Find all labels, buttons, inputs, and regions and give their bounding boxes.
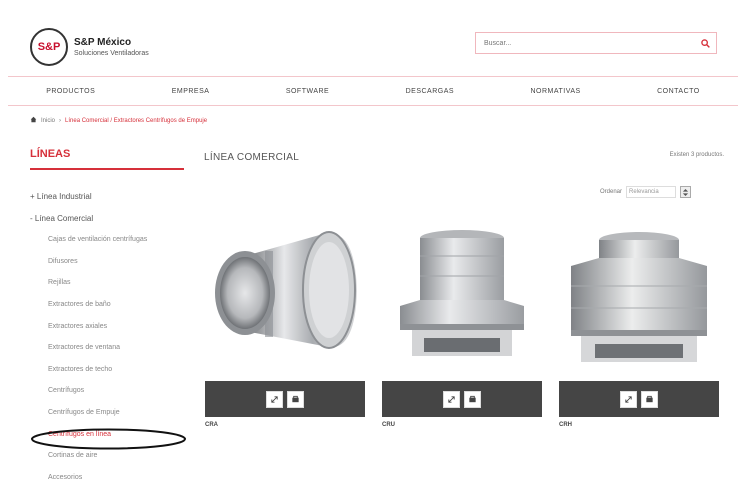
sidebar-item[interactable]: Accesorios — [30, 467, 190, 489]
product-actions-bar — [382, 381, 542, 417]
sidebar-item-linea-industrial[interactable]: + Línea Industrial — [30, 186, 190, 208]
cart-icon — [646, 395, 653, 402]
breadcrumb-separator-icon: › — [59, 117, 62, 124]
add-to-cart-button[interactable] — [464, 390, 481, 408]
nav-descargas[interactable]: DESCARGAS — [406, 88, 454, 95]
view-product-button[interactable] — [266, 390, 283, 408]
search-input[interactable] — [482, 38, 698, 48]
logo[interactable]: S&P S&P México Soluciones Ventiladoras — [30, 28, 149, 66]
product-image[interactable] — [559, 226, 719, 376]
product-card: CRA — [205, 226, 365, 428]
sidebar-item[interactable]: Extractores de ventana — [30, 337, 190, 359]
cart-icon — [469, 395, 476, 402]
nav-empresa[interactable]: EMPRESA — [172, 88, 210, 95]
breadcrumb-current: Línea Comercial / Extractores Centrífugo… — [65, 117, 208, 124]
product-image[interactable] — [205, 226, 365, 376]
nav-contacto[interactable]: CONTACTO — [657, 88, 700, 95]
brand-title: S&P México — [74, 37, 132, 48]
sidebar-heading: LÍNEAS — [30, 148, 184, 170]
product-card: CRH — [559, 226, 719, 428]
page-title: LÍNEA COMERCIAL — [204, 152, 300, 163]
sort-direction-button[interactable] — [680, 186, 692, 198]
highlight-ellipse — [31, 428, 186, 450]
sort-label: Ordenar — [600, 189, 623, 195]
nav-productos[interactable]: PRODUCTOS — [46, 88, 95, 95]
view-product-button[interactable] — [443, 390, 460, 408]
product-name[interactable]: CRU — [382, 422, 542, 428]
logo-mark: S&P — [30, 28, 68, 66]
search-box — [475, 32, 717, 54]
breadcrumb-home[interactable]: Inicio — [41, 118, 55, 124]
sidebar-item[interactable]: Difusores — [30, 251, 190, 273]
sidebar-item[interactable]: Centrífugos de Empuje — [30, 402, 190, 424]
product-actions-bar — [205, 381, 365, 417]
sidebar-item[interactable]: Centrífugos — [30, 380, 190, 402]
product-name[interactable]: CRA — [205, 422, 365, 428]
sidebar-item[interactable]: Extractores de baño — [30, 294, 190, 316]
sort-control: Ordenar Relevancia — [600, 186, 692, 198]
product-card: CRU — [382, 226, 542, 428]
view-product-button[interactable] — [620, 390, 637, 408]
sidebar-item[interactable]: Extractores axiales — [30, 316, 190, 338]
expand-icon — [448, 395, 455, 403]
expand-icon — [625, 395, 632, 403]
product-name[interactable]: CRH — [559, 422, 719, 428]
home-icon[interactable] — [30, 116, 37, 125]
sort-arrows-icon — [682, 188, 689, 196]
product-actions-bar — [559, 381, 719, 417]
main-nav: PRODUCTOS EMPRESA SOFTWARE DESCARGAS NOR… — [8, 76, 738, 106]
brand-subtitle: Soluciones Ventiladoras — [74, 50, 149, 57]
product-count: Existen 3 productos. — [669, 152, 724, 158]
expand-icon — [271, 395, 278, 403]
sort-select[interactable]: Relevancia — [626, 186, 677, 198]
add-to-cart-button[interactable] — [641, 390, 658, 408]
nav-normativas[interactable]: NORMATIVAS — [530, 88, 580, 95]
sidebar-item[interactable]: Extractores de techo — [30, 359, 190, 381]
product-image[interactable] — [382, 226, 542, 376]
breadcrumb: Inicio › Línea Comercial / Extractores C… — [30, 116, 207, 125]
search-icon[interactable] — [698, 36, 712, 50]
cart-icon — [292, 395, 299, 402]
add-to-cart-button[interactable] — [287, 390, 304, 408]
sidebar-item-linea-comercial[interactable]: - Línea Comercial — [30, 208, 190, 230]
nav-software[interactable]: SOFTWARE — [286, 88, 329, 95]
sidebar-item[interactable]: Cajas de ventilación centrífugas — [30, 229, 190, 251]
sidebar-item[interactable]: Rejillas — [30, 272, 190, 294]
